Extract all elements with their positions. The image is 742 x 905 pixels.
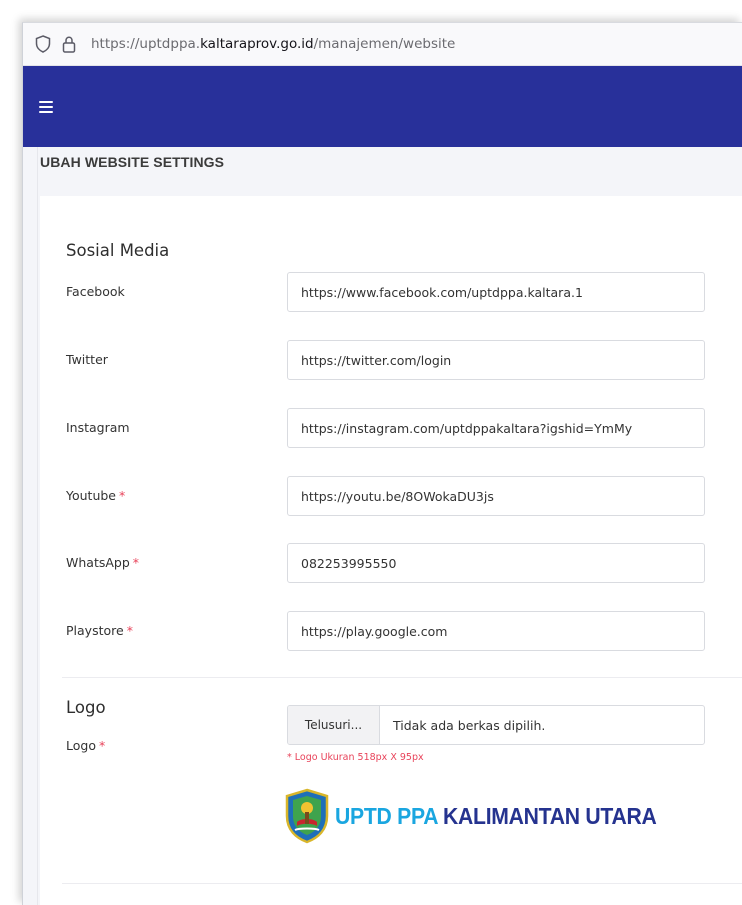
logo-label-text: Logo: [66, 738, 96, 753]
instagram-label: Instagram: [66, 420, 130, 435]
logo-brand-part1: UPTD PPA: [335, 802, 438, 829]
playstore-input[interactable]: [287, 611, 705, 651]
browser-address-bar: https://uptdppa.kaltaraprov.go.id/manaje…: [23, 23, 742, 66]
section-divider: [62, 677, 742, 678]
youtube-label: Youtube *: [66, 488, 125, 503]
whatsapp-input[interactable]: [287, 543, 705, 583]
top-navbar: [23, 66, 742, 147]
twitter-input[interactable]: [287, 340, 705, 380]
section-heading-logo: Logo: [66, 698, 106, 717]
required-marker: *: [98, 738, 106, 753]
logo-file-input[interactable]: Telusuri... Tidak ada berkas dipilih.: [287, 705, 705, 745]
url-domain: kaltaraprov.go.id: [200, 36, 314, 52]
logo-label: Logo *: [66, 738, 105, 753]
facebook-label: Facebook: [66, 284, 125, 299]
playstore-label: Playstore *: [66, 623, 133, 638]
required-marker: *: [132, 555, 140, 570]
facebook-label-text: Facebook: [66, 284, 125, 299]
logo-preview: UPTD PPA KALIMANTAN UTARA: [283, 788, 684, 844]
page-title: UBAH WEBSITE SETTINGS: [40, 154, 225, 170]
instagram-input[interactable]: [287, 408, 705, 448]
twitter-label-text: Twitter: [66, 352, 108, 367]
facebook-input[interactable]: [287, 272, 705, 312]
instagram-label-text: Instagram: [66, 420, 130, 435]
playstore-label-text: Playstore: [66, 623, 124, 638]
browse-button[interactable]: Telusuri...: [288, 706, 380, 744]
section-divider: [62, 883, 742, 884]
whatsapp-label: WhatsApp *: [66, 555, 139, 570]
whatsapp-label-text: WhatsApp: [66, 555, 130, 570]
section-heading-social: Sosial Media: [66, 241, 170, 260]
twitter-label: Twitter: [66, 352, 108, 367]
url-path: /manajemen/website: [313, 36, 456, 52]
url-field[interactable]: https://uptdppa.kaltaraprov.go.id/manaje…: [91, 36, 455, 52]
menu-icon[interactable]: [39, 100, 53, 113]
logo-help-text: * Logo Ukuran 518px X 95px: [287, 752, 424, 763]
logo-brand-part2: KALIMANTAN UTARA: [443, 802, 657, 829]
required-marker: *: [126, 623, 133, 638]
file-status-text: Tidak ada berkas dipilih.: [393, 717, 546, 733]
required-marker: *: [119, 488, 126, 503]
youtube-label-text: Youtube: [66, 488, 116, 503]
youtube-input[interactable]: [287, 476, 705, 516]
lock-icon[interactable]: [59, 34, 79, 54]
logo-brand-text: UPTD PPA KALIMANTAN UTARA: [335, 802, 657, 830]
url-prefix: https://uptdppa.: [91, 36, 201, 52]
shield-icon[interactable]: [33, 34, 53, 54]
provincial-emblem-icon: [285, 788, 329, 844]
